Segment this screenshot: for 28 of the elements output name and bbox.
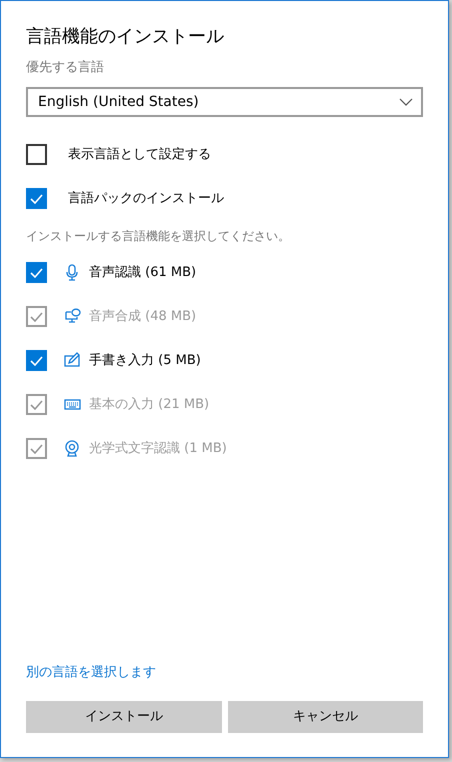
check-icon	[30, 444, 43, 454]
checkbox[interactable]	[26, 144, 47, 165]
speech-bubble-icon	[64, 308, 81, 325]
check-icon	[30, 268, 43, 278]
pen-icon	[64, 352, 81, 369]
feature-label: 手書き入力 (5 MB)	[89, 352, 201, 370]
check-icon	[30, 400, 43, 410]
choose-language-link[interactable]: 別の言語を選択します	[26, 662, 156, 682]
checkbox-label: 言語パックのインストール	[68, 190, 224, 208]
checkbox[interactable]	[26, 262, 47, 283]
checkbox[interactable]	[26, 188, 47, 209]
cancel-button[interactable]: キャンセル	[228, 701, 423, 733]
install-button[interactable]: インストール	[26, 701, 222, 733]
checkbox-label: 表示言語として設定する	[68, 146, 211, 164]
checkbox[interactable]	[26, 350, 47, 371]
instruction-text: インストールする言語機能を選択してください。	[26, 228, 291, 245]
dialog-title: 言語機能のインストール	[26, 25, 225, 49]
check-icon	[30, 356, 43, 366]
check-icon	[30, 194, 43, 204]
language-dropdown[interactable]: English (United States)	[26, 87, 423, 117]
chevron-down-icon	[399, 98, 413, 106]
feature-label: 基本の入力 (21 MB)	[89, 396, 210, 414]
check-icon	[30, 312, 43, 322]
webcam-icon	[64, 440, 81, 457]
feature-label: 音声合成 (48 MB)	[89, 308, 196, 326]
field-label: 優先する言語	[26, 59, 105, 77]
feature-label: 光学式文字認識 (1 MB)	[89, 440, 227, 458]
feature-label: 音声認識 (61 MB)	[89, 264, 196, 282]
